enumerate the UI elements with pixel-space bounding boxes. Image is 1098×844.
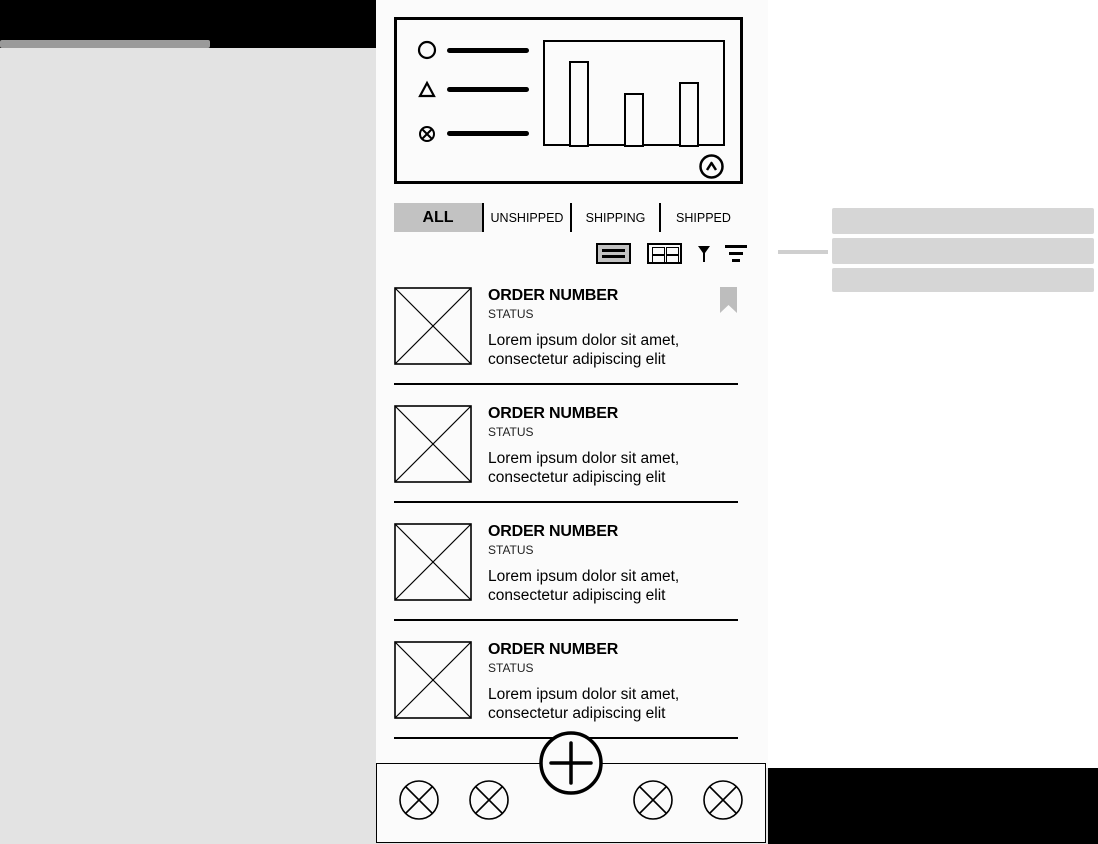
row-divider [394, 501, 738, 503]
bookmark-icon[interactable] [720, 287, 738, 314]
order-number: ORDER NUMBER [488, 641, 619, 658]
order-description: Lorem ipsum dolor sit amet, consectetur … [488, 686, 680, 722]
order-status: STATUS [488, 425, 534, 439]
legend-line-2 [447, 87, 529, 92]
tab-all[interactable]: ALL [394, 203, 482, 232]
chart-bar-2 [624, 93, 644, 147]
blurred-caption [0, 40, 210, 48]
blurred-note-line-1 [832, 208, 1094, 234]
chart-bar-3 [679, 82, 699, 147]
legend-icons [417, 40, 437, 142]
side-panel [768, 0, 1098, 768]
chart-bar-1 [569, 61, 589, 147]
triangle-icon [418, 80, 436, 98]
list-item[interactable]: ORDER NUMBER STATUS Lorem ipsum dolor si… [394, 405, 738, 523]
annotation-connector [778, 250, 828, 254]
nav-1-icon[interactable] [398, 779, 440, 821]
blurred-note-line-3 [832, 268, 1094, 292]
nav-3-icon[interactable] [632, 779, 674, 821]
image-placeholder-icon [394, 287, 472, 365]
order-number: ORDER NUMBER [488, 523, 619, 540]
row-divider [394, 619, 738, 621]
nav-2-icon[interactable] [468, 779, 510, 821]
circle-x-icon [419, 126, 435, 142]
row-divider [394, 383, 738, 385]
list-item[interactable]: ORDER NUMBER STATUS Lorem ipsum dolor si… [394, 523, 738, 641]
chevron-up-icon[interactable] [698, 153, 725, 180]
add-icon[interactable] [539, 731, 603, 795]
grid-view-icon[interactable] [647, 243, 682, 264]
status-tabs: ALL UNSHIPPED SHIPPING SHIPPED [394, 203, 746, 232]
list-item[interactable]: ORDER NUMBER STATUS Lorem ipsum dolor si… [394, 287, 738, 405]
order-description: Lorem ipsum dolor sit amet, consectetur … [488, 450, 680, 486]
order-status: STATUS [488, 307, 534, 321]
tab-shipping[interactable]: SHIPPING [572, 203, 659, 232]
tab-shipped[interactable]: SHIPPED [661, 203, 746, 232]
legend-line-1 [447, 48, 529, 53]
legend-line-3 [447, 131, 529, 136]
order-description: Lorem ipsum dolor sit amet, consectetur … [488, 568, 680, 604]
order-description: Lorem ipsum dolor sit amet, consectetur … [488, 332, 680, 368]
image-placeholder-icon [394, 405, 472, 483]
sort-icon[interactable] [724, 243, 748, 265]
chart-frame [543, 40, 725, 147]
circle-icon [417, 40, 437, 60]
order-status: STATUS [488, 661, 534, 675]
image-placeholder-icon [394, 523, 472, 601]
order-number: ORDER NUMBER [488, 405, 619, 422]
blurred-note-line-2 [832, 238, 1094, 264]
image-placeholder-icon [394, 641, 472, 719]
list-view-icon[interactable] [596, 243, 631, 264]
corner-block-bottom-right [768, 768, 1098, 844]
nav-4-icon[interactable] [702, 779, 744, 821]
filter-icon[interactable] [696, 244, 712, 264]
order-status: STATUS [488, 543, 534, 557]
order-number: ORDER NUMBER [488, 287, 619, 304]
tab-unshipped[interactable]: UNSHIPPED [484, 203, 570, 232]
